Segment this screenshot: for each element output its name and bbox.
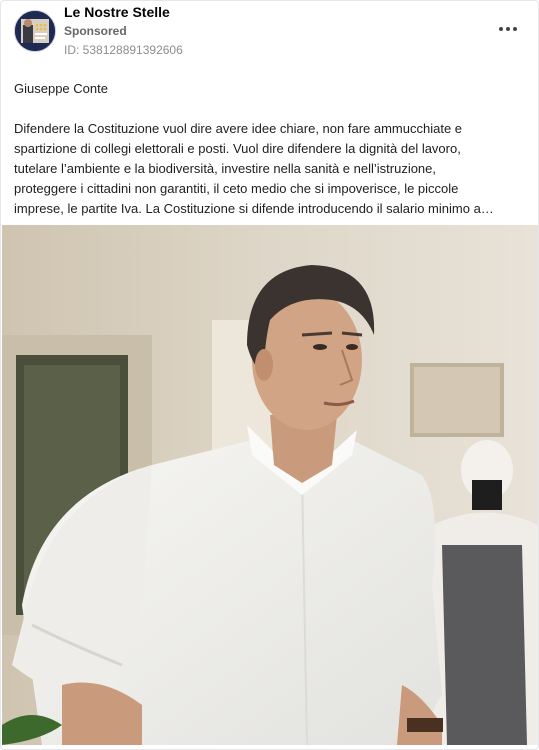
ad-card: Le Nostre Stelle Sponsored ID: 538128891…	[0, 0, 539, 750]
post-photo-image	[2, 225, 538, 745]
post-body: Difendere la Costituzione vuol dire aver…	[14, 119, 530, 219]
more-dot-icon	[513, 27, 517, 31]
post-body-line: proteggere i cittadini non garantiti, il…	[14, 181, 459, 196]
post-body-line: tutelare l’ambiente e la biodiversità, i…	[14, 161, 437, 176]
post-body-line: imprese, le partite Iva. La Costituzione…	[14, 201, 494, 216]
page-name-link[interactable]: Le Nostre Stelle	[64, 4, 170, 20]
more-options-button[interactable]	[495, 19, 521, 39]
post-body-line: spartizione di collegi elettorali e post…	[14, 141, 461, 156]
page-logo-icon	[15, 11, 55, 51]
ad-header: Le Nostre Stelle Sponsored ID: 538128891…	[1, 1, 538, 65]
more-dot-icon	[499, 27, 503, 31]
post-body-line: Difendere la Costituzione vuol dire aver…	[14, 121, 463, 136]
ad-id-text: ID: 538128891392606	[64, 43, 183, 57]
page-avatar[interactable]	[14, 10, 56, 52]
post-author: Giuseppe Conte	[14, 81, 108, 96]
more-dot-icon	[506, 27, 510, 31]
post-photo[interactable]	[2, 225, 538, 745]
sponsored-label: Sponsored	[64, 24, 127, 38]
